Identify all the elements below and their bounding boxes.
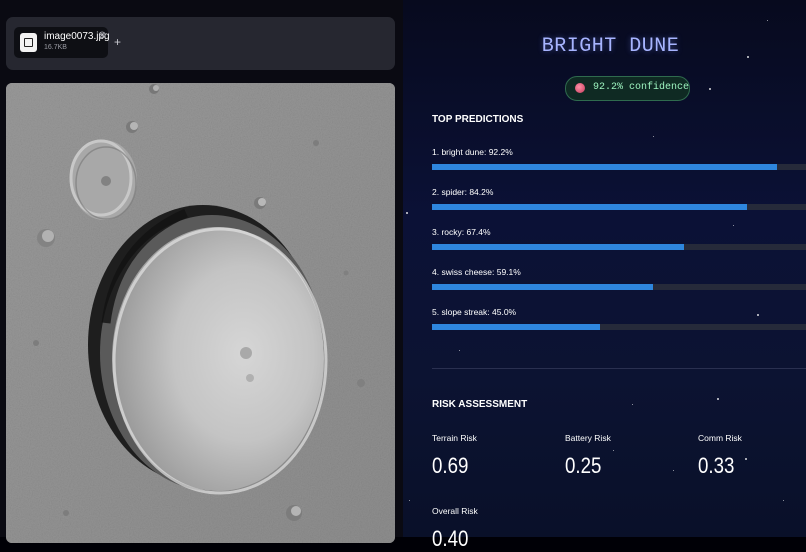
prediction-bar-fill-3	[432, 244, 685, 250]
prediction-bar-2	[432, 204, 806, 210]
confidence-badge: 92.2% confidence	[565, 76, 690, 101]
prediction-bar-fill-2	[432, 204, 747, 210]
file-size: 16.7KB	[44, 44, 67, 51]
battery-risk-label: Battery Risk	[565, 433, 611, 443]
terrain-risk-value: 0.69	[432, 453, 469, 478]
predicted-class-title: BRIGHT DUNE	[541, 35, 680, 58]
battery-risk-value: 0.25	[565, 453, 602, 478]
prediction-bar-5	[432, 324, 806, 330]
uploaded-image-preview	[6, 83, 395, 543]
prediction-bar-4	[432, 284, 806, 290]
prediction-label-4: 4. swiss cheese: 59.1%	[432, 267, 521, 277]
risk-assessment-heading: RISK ASSESSMENT	[432, 399, 528, 410]
overall-risk-label: Overall Risk	[432, 506, 478, 516]
uploaded-file-chip[interactable]: image0073.jpg 16.7KB ⊗	[14, 27, 110, 58]
image-file-icon	[20, 33, 37, 52]
prediction-label-3: 3. rocky: 67.4%	[432, 227, 491, 237]
brain-icon	[575, 83, 585, 93]
comm-risk-value: 0.33	[698, 453, 735, 478]
left-panel: image0073.jpg 16.7KB ⊗ +	[0, 0, 403, 543]
prediction-label-2: 2. spider: 84.2%	[432, 187, 494, 197]
top-predictions-heading: TOP PREDICTIONS	[432, 114, 524, 125]
comm-risk-label: Comm Risk	[698, 433, 742, 443]
prediction-bar-1	[432, 164, 806, 170]
prediction-label-5: 5. slope streak: 45.0%	[432, 307, 517, 317]
prediction-bar-3	[432, 244, 806, 250]
confidence-text: 92.2% confidence	[593, 82, 690, 93]
prediction-label-1: 1. bright dune: 92.2%	[432, 147, 513, 157]
prediction-bar-fill-4	[432, 284, 654, 290]
file-uploader[interactable]: image0073.jpg 16.7KB ⊗ +	[6, 17, 395, 70]
close-icon[interactable]: ⊗	[98, 30, 106, 41]
prediction-bar-fill-1	[432, 164, 777, 170]
terrain-risk-label: Terrain Risk	[432, 433, 477, 443]
prediction-bar-fill-5	[432, 324, 601, 330]
section-divider	[432, 368, 806, 369]
add-file-button[interactable]: +	[114, 35, 121, 49]
overall-risk-value: 0.40	[432, 526, 469, 551]
